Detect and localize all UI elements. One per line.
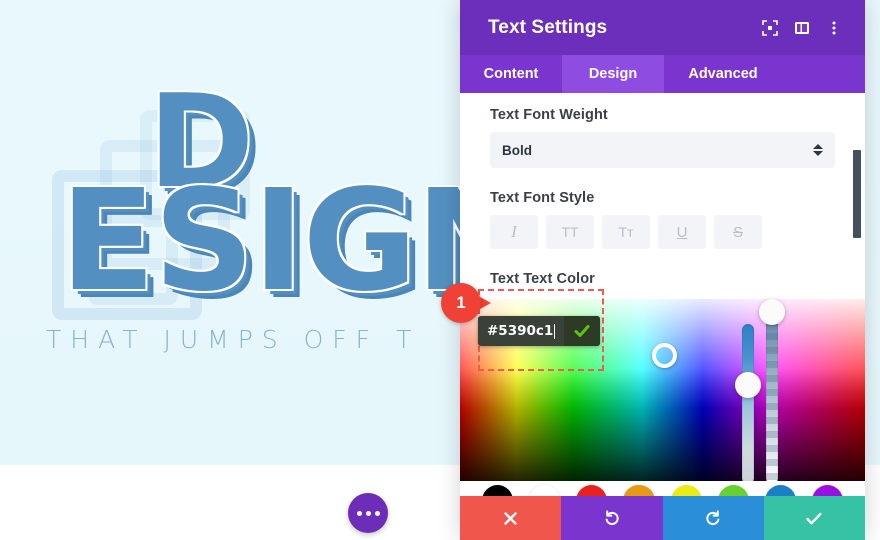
text-caret bbox=[554, 323, 556, 339]
modal-header: Text Settings bbox=[460, 0, 865, 55]
font-style-label: Text Font Style bbox=[490, 190, 595, 206]
fab-dot-1 bbox=[356, 510, 362, 516]
brightness-slider-handle[interactable] bbox=[735, 372, 761, 398]
color-gradient-field[interactable]: #5390c1 bbox=[460, 289, 865, 496]
hero-word-main: ESIGN bbox=[60, 160, 470, 323]
font-weight-label: Text Font Weight bbox=[490, 107, 608, 123]
swatch-green[interactable] bbox=[717, 485, 749, 496]
color-swatch-row bbox=[460, 481, 865, 496]
settings-scroll-body: Text Font Weight Bold Text Font Style I … bbox=[460, 93, 865, 496]
fab-dot-3 bbox=[374, 510, 380, 516]
small-caps-button[interactable]: Tᴛ bbox=[602, 215, 650, 249]
scrollbar-thumb[interactable] bbox=[853, 150, 861, 238]
tab-advanced[interactable]: Advanced bbox=[664, 55, 782, 93]
text-color-label: Text Text Color bbox=[490, 271, 595, 287]
layout-icon[interactable] bbox=[789, 15, 815, 41]
font-weight-select[interactable]: Bold bbox=[490, 132, 835, 168]
stepper-arrows-icon bbox=[813, 144, 823, 156]
italic-button[interactable]: I bbox=[490, 215, 538, 249]
close-button[interactable] bbox=[460, 496, 562, 540]
tab-design[interactable]: Design bbox=[562, 55, 664, 93]
action-bar bbox=[460, 496, 865, 540]
redo-button[interactable] bbox=[662, 496, 764, 540]
underline-button[interactable]: U bbox=[658, 215, 706, 249]
swatch-blue[interactable] bbox=[764, 485, 796, 496]
swatch-black[interactable] bbox=[482, 485, 514, 496]
hero-graphic: D ESIGN THAT JUMPS OFF T bbox=[0, 0, 470, 470]
hex-confirm-button[interactable] bbox=[564, 316, 601, 346]
alpha-slider[interactable] bbox=[766, 312, 778, 484]
hex-color-value: #5390c1 bbox=[487, 323, 554, 339]
alpha-slider-handle[interactable] bbox=[759, 299, 785, 325]
text-settings-modal: Text Settings Content Design Advanced Te… bbox=[460, 0, 865, 540]
step-marker-number: 1 bbox=[441, 283, 481, 323]
undo-button[interactable] bbox=[561, 496, 663, 540]
scrollbar-track[interactable] bbox=[851, 93, 861, 496]
save-button[interactable] bbox=[763, 496, 865, 540]
hex-color-input[interactable]: #5390c1 bbox=[478, 316, 564, 346]
font-weight-value: Bold bbox=[502, 142, 532, 158]
swatch-purple[interactable] bbox=[811, 485, 843, 496]
strikethrough-button[interactable]: S bbox=[714, 215, 762, 249]
swatch-white[interactable] bbox=[529, 485, 561, 496]
step-marker: 1 bbox=[441, 283, 491, 325]
tab-content[interactable]: Content bbox=[460, 55, 562, 93]
fab-dot-2 bbox=[365, 510, 371, 516]
swatch-red[interactable] bbox=[576, 485, 608, 496]
more-options-fab[interactable] bbox=[348, 493, 388, 533]
hero-subtitle: THAT JUMPS OFF T bbox=[46, 325, 421, 354]
brightness-slider[interactable] bbox=[742, 324, 754, 484]
swatch-orange[interactable] bbox=[623, 485, 655, 496]
color-cursor-handle[interactable] bbox=[652, 343, 677, 368]
font-style-buttons: I TT Tᴛ U S bbox=[490, 215, 835, 249]
hex-input-group: #5390c1 bbox=[478, 316, 601, 346]
page-title: Text Settings bbox=[488, 16, 608, 38]
more-vertical-icon[interactable] bbox=[821, 15, 847, 41]
uppercase-button[interactable]: TT bbox=[546, 215, 594, 249]
fullscreen-icon[interactable] bbox=[757, 15, 783, 41]
swatch-yellow[interactable] bbox=[670, 485, 702, 496]
settings-fields: Text Font Weight Bold Text Font Style I … bbox=[460, 93, 865, 287]
color-picker: #5390c1 bbox=[460, 289, 865, 496]
tab-bar: Content Design Advanced bbox=[460, 55, 865, 93]
